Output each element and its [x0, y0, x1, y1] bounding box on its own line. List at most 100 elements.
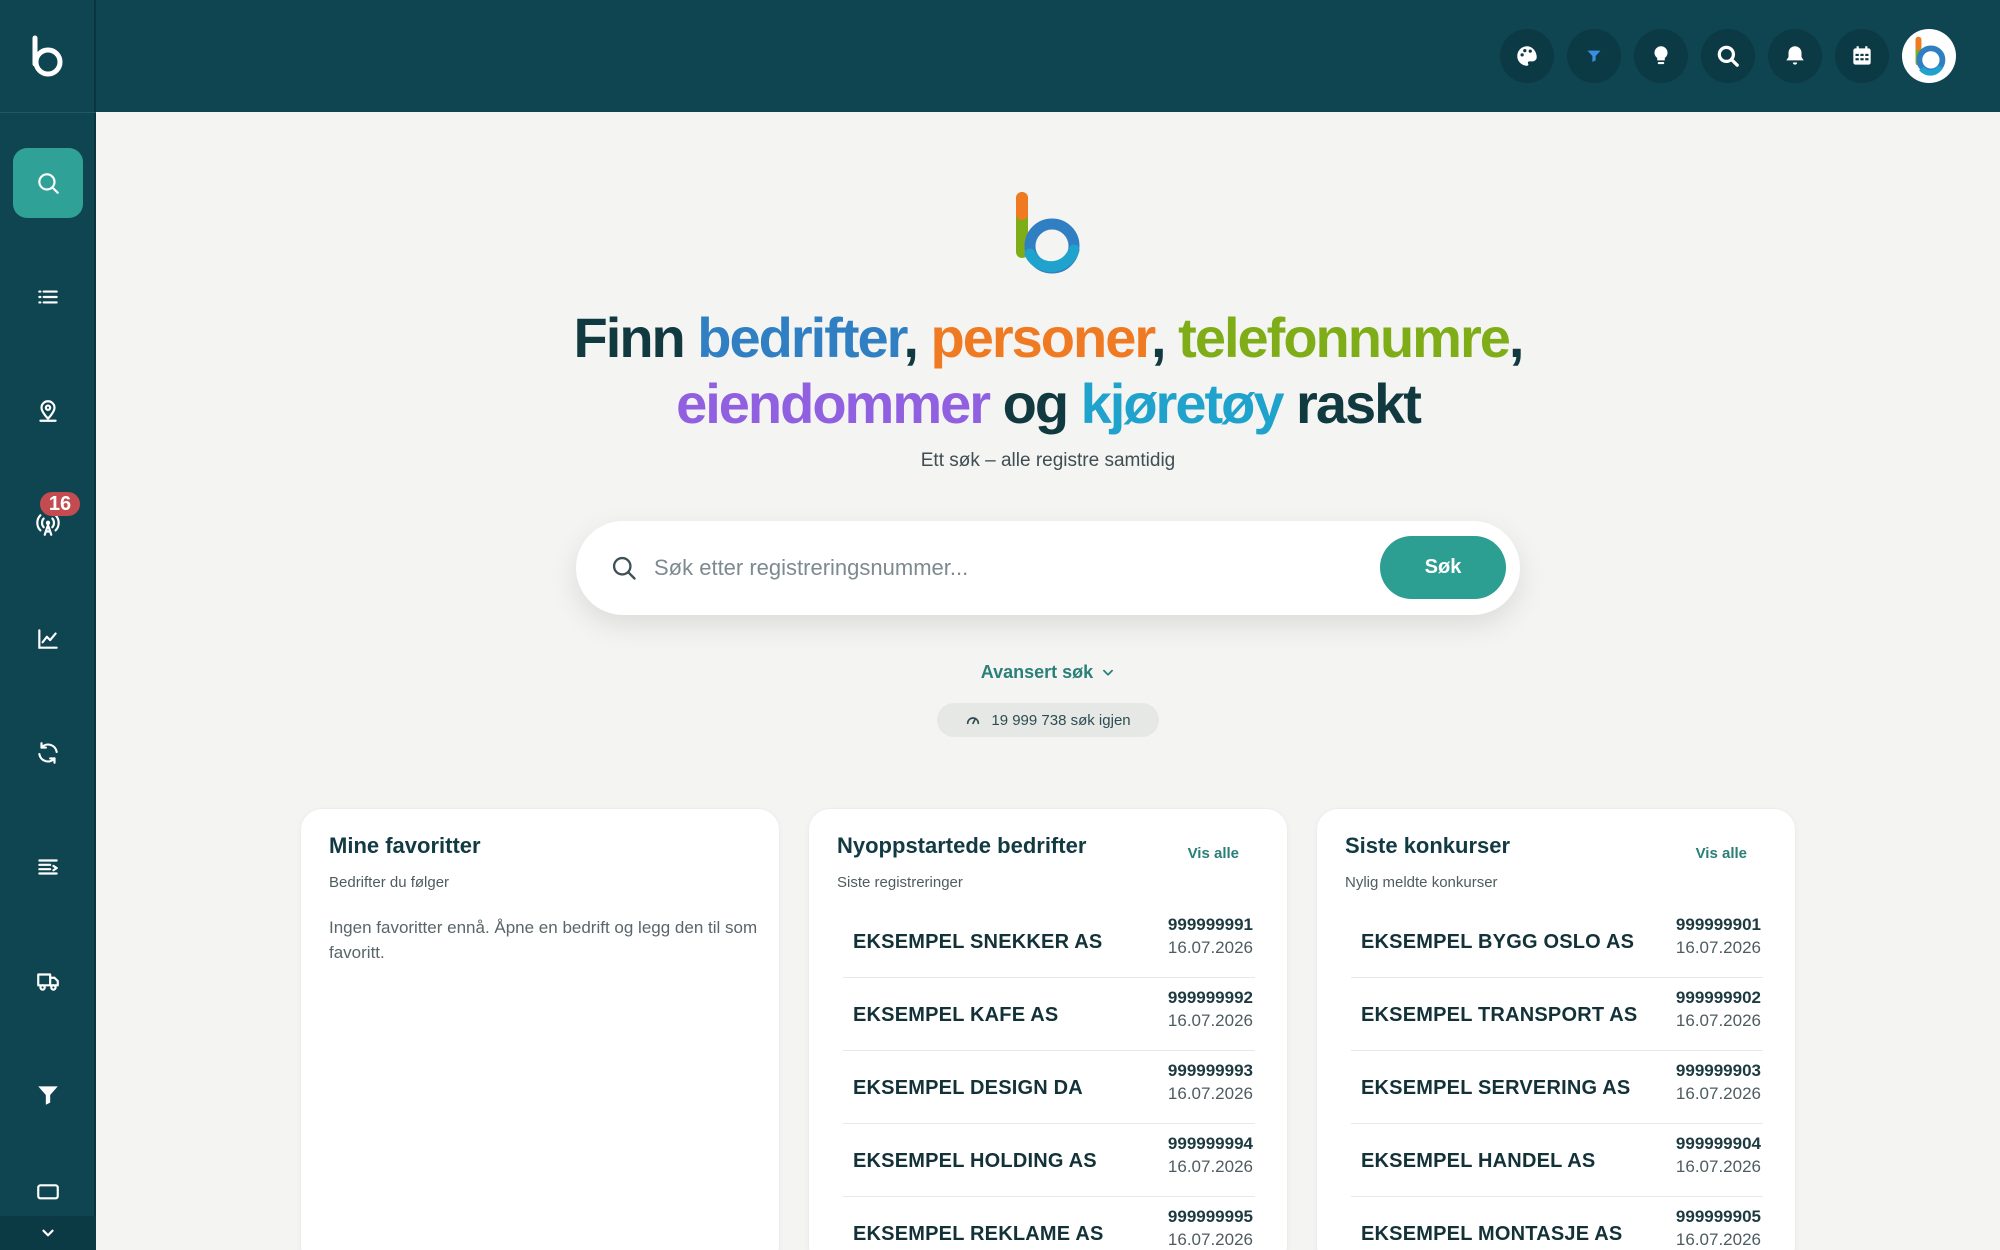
filter-icon	[1587, 50, 1601, 62]
sidebar-item-updates[interactable]	[13, 718, 83, 788]
search-button[interactable]	[1701, 29, 1755, 83]
headline-word-telefonnumre: telefonnumre	[1178, 306, 1511, 369]
new-companies-card: Nyoppstartede bedrifter Siste registreri…	[808, 808, 1288, 1250]
gauge-icon	[967, 717, 980, 725]
advanced-search-toggle[interactable]: Avansert søk	[900, 662, 1196, 683]
org-number: 999999903	[1675, 1061, 1761, 1080]
sidebar-item-map[interactable]	[13, 376, 83, 446]
registration-date: 16.07.2026	[1167, 1084, 1253, 1103]
headline-word-finn: Finn	[573, 306, 686, 369]
hero-subtitle: Ett søk – alle registre samtidig	[920, 450, 1176, 471]
search-submit-button[interactable]: Søk	[1380, 536, 1506, 599]
company-name: EKSEMPEL HANDEL AS	[1361, 1150, 1596, 1172]
company-name: EKSEMPEL BYGG OSLO AS	[1361, 931, 1635, 953]
favorites-card: Mine favoritter Bedrifter du følger Inge…	[300, 808, 780, 1250]
headline-word-raskt: raskt	[1296, 372, 1422, 435]
view-all-link[interactable]: Vis alle	[1188, 845, 1239, 862]
headline-word-bedrifter: bedrifter	[697, 306, 905, 369]
bell-icon	[1786, 46, 1804, 65]
app-logo[interactable]	[26, 34, 70, 78]
monitor-icon	[37, 1184, 59, 1200]
company-name: EKSEMPEL REKLAME AS	[853, 1223, 1104, 1245]
company-name: EKSEMPEL DESIGN DA	[853, 1077, 1083, 1099]
headline-word-eiendommer: eiendommer	[676, 372, 991, 435]
company-name: EKSEMPEL TRANSPORT AS	[1361, 1004, 1638, 1026]
headline-word-og: og	[1002, 372, 1069, 435]
org-number: 999999902	[1675, 988, 1761, 1007]
bankruptcy-date: 16.07.2026	[1675, 1011, 1761, 1030]
sidebar-item-screen[interactable]	[13, 1174, 83, 1214]
bankruptcy-date: 16.07.2026	[1675, 1084, 1761, 1103]
user-avatar[interactable]	[1902, 29, 1956, 83]
filter-button[interactable]	[1567, 29, 1621, 83]
text-list-icon	[38, 859, 58, 875]
company-name: EKSEMPEL SNEKKER AS	[853, 931, 1103, 953]
sidebar-item-search[interactable]	[13, 148, 83, 218]
bankruptcy-row[interactable]: EKSEMPEL HANDEL AS 999999904 16.07.2026	[1351, 1124, 1763, 1197]
chevron-down-icon	[1103, 670, 1114, 676]
favorites-empty-text: Ingen favoritter ennå. Åpne en bedrift o…	[329, 918, 758, 962]
tips-button[interactable]	[1634, 29, 1688, 83]
registration-date: 16.07.2026	[1167, 938, 1253, 957]
org-number: 999999994	[1167, 1134, 1253, 1153]
sidebar-item-lists[interactable]	[13, 262, 83, 332]
card-title: Mine favoritter	[329, 833, 481, 858]
theme-button[interactable]	[1500, 29, 1554, 83]
search-quota-text: 19 999 738 søk igjen	[991, 711, 1131, 729]
registration-date: 16.07.2026	[1167, 1011, 1253, 1030]
sidebar-item-vehicles[interactable]	[13, 946, 83, 1016]
avatar-logo-icon	[1915, 36, 1946, 76]
search-icon	[1717, 45, 1739, 67]
sidebar-item-statistics[interactable]	[13, 604, 83, 674]
bankruptcy-date: 16.07.2026	[1675, 938, 1761, 957]
advanced-search-label: Avansert søk	[980, 662, 1094, 682]
org-number: 999999905	[1675, 1207, 1761, 1226]
registration-date: 16.07.2026	[1167, 1230, 1253, 1249]
bankruptcy-row[interactable]: EKSEMPEL SERVERING AS 999999903 16.07.20…	[1351, 1051, 1763, 1124]
headline-word-kjoretoy: kjøretøy	[1080, 372, 1285, 435]
brand-logo	[1008, 192, 1088, 278]
bankruptcy-row[interactable]: EKSEMPEL MONTASJE AS 999999905 16.07.202…	[1351, 1197, 1763, 1250]
bankruptcies-card: Siste konkurser Nylig meldte konkurser V…	[1316, 808, 1796, 1250]
notifications-button[interactable]	[1768, 29, 1822, 83]
org-number: 999999995	[1167, 1207, 1253, 1226]
calendar-button[interactable]	[1835, 29, 1889, 83]
headline-comma: ,	[903, 306, 919, 369]
filter-icon	[38, 1086, 58, 1105]
card-title: Nyoppstartede bedrifter	[837, 833, 1087, 858]
company-row[interactable]: EKSEMPEL SNEKKER AS 999999991 16.07.2026	[843, 905, 1255, 978]
sidebar-item-reports[interactable]	[13, 832, 83, 902]
company-row[interactable]: EKSEMPEL HOLDING AS 999999994 16.07.2026	[843, 1124, 1255, 1197]
list-icon	[38, 290, 58, 304]
search-bar: Søk	[576, 521, 1520, 615]
company-name: EKSEMPEL SERVERING AS	[1361, 1077, 1631, 1099]
registration-date: 16.07.2026	[1167, 1157, 1253, 1176]
chart-line-icon	[38, 629, 58, 649]
company-row[interactable]: EKSEMPEL REKLAME AS 999999995 16.07.2026	[843, 1197, 1255, 1250]
bankruptcy-row[interactable]: EKSEMPEL BYGG OSLO AS 999999901 16.07.20…	[1351, 905, 1763, 978]
company-row[interactable]: EKSEMPEL KAFE AS 999999992 16.07.2026	[843, 978, 1255, 1051]
headline-word-personer: personer	[930, 306, 1153, 369]
org-number: 999999901	[1675, 915, 1761, 934]
search-input[interactable]	[654, 549, 1354, 587]
lightbulb-icon	[1654, 46, 1668, 65]
sidebar-item-filter[interactable]	[13, 1060, 83, 1130]
headline-comma: ,	[1508, 306, 1525, 369]
bankruptcy-row[interactable]: EKSEMPEL TRANSPORT AS 999999902 16.07.20…	[1351, 978, 1763, 1051]
card-subtitle: Bedrifter du følger	[329, 874, 450, 891]
bankruptcy-date: 16.07.2026	[1675, 1230, 1761, 1249]
company-row[interactable]: EKSEMPEL DESIGN DA 999999993 16.07.2026	[843, 1051, 1255, 1124]
truck-icon	[37, 973, 59, 991]
sidebar-scroll-down[interactable]	[0, 1216, 96, 1250]
company-name: EKSEMPEL HOLDING AS	[853, 1150, 1097, 1172]
sidebar-divider	[0, 112, 96, 113]
search-icon	[38, 173, 59, 194]
org-number: 999999993	[1167, 1061, 1253, 1080]
view-all-link[interactable]: Vis alle	[1696, 845, 1747, 862]
calendar-icon	[1853, 46, 1871, 65]
notification-badge: 16	[40, 492, 80, 516]
org-number: 999999904	[1675, 1134, 1761, 1153]
search-icon	[612, 556, 636, 580]
bankruptcy-date: 16.07.2026	[1675, 1157, 1761, 1176]
chevron-down-icon	[42, 1229, 54, 1237]
